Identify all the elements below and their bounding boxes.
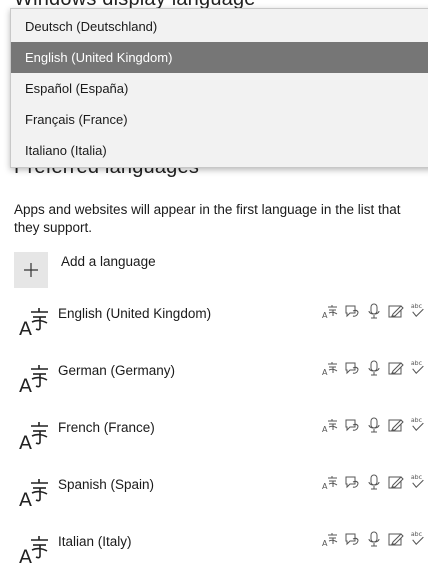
text-to-speech-icon — [344, 303, 360, 319]
text-to-speech-icon — [344, 531, 360, 547]
svg-text:A: A — [19, 489, 32, 509]
svg-text:abc: abc — [411, 360, 423, 367]
speech-recognition-icon — [366, 303, 382, 319]
svg-text:A: A — [322, 482, 328, 490]
svg-text:A: A — [19, 318, 32, 338]
language-name: Spanish (Spain) — [58, 477, 155, 492]
dropdown-option-selected[interactable]: English (United Kingdom) — [11, 42, 428, 73]
language-glyph-icon: A — [18, 302, 52, 340]
display-language-icon: A — [322, 474, 338, 490]
svg-text:abc: abc — [411, 303, 423, 310]
display-language-icon: A — [322, 303, 338, 319]
handwriting-icon — [388, 417, 404, 433]
language-feature-icons: A abc — [322, 416, 428, 434]
language-row[interactable]: A Spanish (Spain) A abc — [14, 471, 428, 511]
svg-text:A: A — [322, 425, 328, 433]
svg-text:A: A — [322, 311, 328, 319]
display-language-icon: A — [322, 417, 338, 433]
handwriting-icon — [388, 303, 404, 319]
dropdown-option[interactable]: Italiano (Italia) — [11, 135, 428, 166]
speech-recognition-icon — [366, 474, 382, 490]
language-name: Italian (Italy) — [58, 534, 132, 549]
handwriting-icon — [388, 531, 404, 547]
svg-text:A: A — [19, 375, 32, 395]
svg-text:abc: abc — [411, 531, 423, 538]
language-row[interactable]: A Italian (Italy) A abc — [14, 528, 428, 567]
language-settings-page: Windows display language Deutsch (Deutsc… — [0, 0, 428, 567]
language-feature-icons: A abc — [322, 530, 428, 548]
speech-recognition-icon — [366, 417, 382, 433]
svg-text:A: A — [322, 539, 328, 547]
display-language-icon: A — [322, 531, 338, 547]
preferred-languages-description: Apps and websites will appear in the fir… — [14, 202, 401, 235]
language-name: French (France) — [58, 420, 155, 435]
speech-recognition-icon — [366, 360, 382, 376]
spell-check-icon: abc — [410, 473, 428, 491]
language-row[interactable]: A German (Germany) A abc — [14, 357, 428, 397]
language-name: German (Germany) — [58, 363, 176, 378]
handwriting-icon — [388, 474, 404, 490]
speech-recognition-icon — [366, 531, 382, 547]
svg-text:abc: abc — [411, 417, 423, 424]
spell-check-icon: abc — [410, 302, 428, 320]
language-row[interactable]: A French (France) A abc — [14, 414, 428, 454]
language-row[interactable]: A English (United Kingdom) A abc — [14, 300, 428, 340]
display-language-icon: A — [322, 360, 338, 376]
plus-icon — [14, 252, 48, 288]
language-feature-icons: A abc — [322, 473, 428, 491]
spell-check-icon: abc — [410, 416, 428, 434]
language-feature-icons: A abc — [322, 359, 428, 377]
language-glyph-icon: A — [18, 359, 52, 397]
spell-check-icon: abc — [410, 359, 428, 377]
svg-text:A: A — [19, 432, 32, 452]
text-to-speech-icon — [344, 417, 360, 433]
svg-text:A: A — [322, 368, 328, 376]
handwriting-icon — [388, 360, 404, 376]
language-glyph-icon: A — [18, 530, 52, 567]
dropdown-option[interactable]: Français (France) — [11, 104, 428, 135]
language-name: English (United Kingdom) — [58, 306, 212, 321]
language-glyph-icon: A — [18, 416, 52, 454]
add-language-label: Add a language — [61, 254, 156, 269]
language-feature-icons: A abc — [322, 302, 428, 320]
svg-text:abc: abc — [411, 474, 423, 481]
dropdown-option[interactable]: Deutsch (Deutschland) — [11, 11, 428, 42]
text-to-speech-icon — [344, 474, 360, 490]
dropdown-option[interactable]: Español (España) — [11, 73, 428, 104]
spell-check-icon: abc — [410, 530, 428, 548]
text-to-speech-icon — [344, 360, 360, 376]
svg-text:A: A — [19, 546, 32, 566]
display-language-dropdown[interactable]: Deutsch (Deutschland) English (United Ki… — [10, 8, 428, 168]
language-glyph-icon: A — [18, 473, 52, 511]
